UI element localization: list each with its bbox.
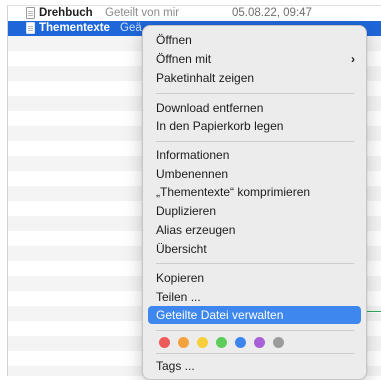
menu-item-rename[interactable]: Umbenennen — [148, 165, 361, 183]
menu-separator — [156, 353, 354, 354]
file-name: Thementexte — [39, 22, 110, 34]
menu-item-quick-look[interactable]: Übersicht — [148, 240, 361, 258]
document-icon — [26, 22, 35, 34]
context-menu: Öffnen Öffnen mit › Paketinhalt zeigen D… — [142, 25, 367, 380]
menu-item-duplicate[interactable]: Duplizieren — [148, 202, 361, 220]
file-row-drehbuch[interactable]: Drehbuch Geteilt von mir 05.08.22, 09:47 — [8, 6, 381, 21]
menu-item-manage-shared-file[interactable]: Geteilte Datei verwalten — [148, 306, 361, 324]
tag-gray-icon[interactable] — [273, 337, 284, 348]
tag-red-icon[interactable] — [159, 337, 170, 348]
file-date: 05.08.22, 09:47 — [232, 7, 312, 19]
menu-separator — [156, 330, 354, 331]
tag-green-icon[interactable] — [216, 337, 227, 348]
file-share-status: Geä — [120, 22, 142, 34]
menu-item-get-info[interactable]: Informationen — [148, 146, 361, 164]
menu-item-open[interactable]: Öffnen — [148, 31, 361, 49]
menu-item-tags[interactable]: Tags ... — [148, 357, 361, 375]
document-icon — [26, 7, 35, 19]
chevron-right-icon: › — [351, 52, 355, 66]
file-share-status: Geteilt von mir — [105, 7, 180, 19]
tag-blue-icon[interactable] — [235, 337, 246, 348]
menu-item-label: Öffnen mit — [156, 52, 212, 66]
menu-item-copy[interactable]: Kopieren — [148, 269, 361, 287]
menu-item-move-to-trash[interactable]: In den Papierkorb legen — [148, 117, 361, 135]
menu-item-share[interactable]: Teilen ... — [148, 288, 361, 306]
menu-item-make-alias[interactable]: Alias erzeugen — [148, 221, 361, 239]
menu-item-show-package-contents[interactable]: Paketinhalt zeigen — [148, 69, 361, 87]
tag-orange-icon[interactable] — [178, 337, 189, 348]
menu-item-remove-download[interactable]: Download entfernen — [148, 99, 361, 117]
menu-separator — [156, 263, 354, 264]
menu-item-open-with[interactable]: Öffnen mit › — [148, 50, 361, 68]
tag-purple-icon[interactable] — [254, 337, 265, 348]
menu-item-compress[interactable]: „Thementexte“ komprimieren — [148, 183, 361, 201]
tag-yellow-icon[interactable] — [197, 337, 208, 348]
menu-separator — [156, 141, 354, 142]
menu-separator — [156, 93, 354, 94]
file-name: Drehbuch — [39, 7, 93, 19]
